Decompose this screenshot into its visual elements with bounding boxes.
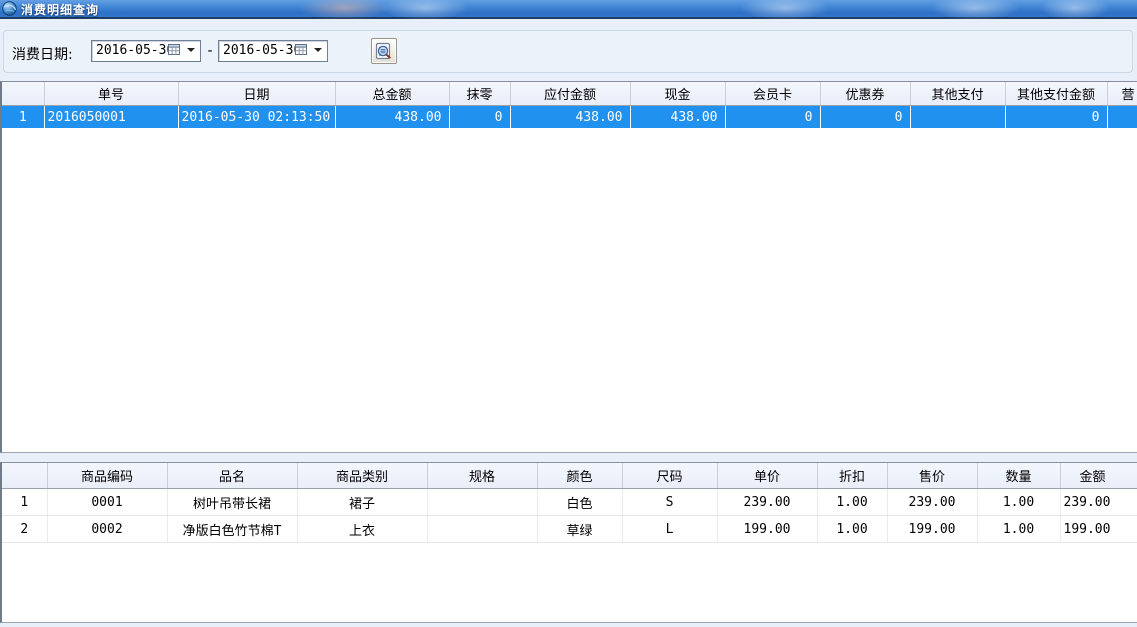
column-header[interactable]: 其他支付	[910, 82, 1005, 106]
cell[interactable]: 树叶吊带长裙	[167, 489, 297, 516]
column-header[interactable]	[2, 463, 47, 489]
date-from-value: 2016-05-30	[96, 43, 174, 58]
column-header[interactable]: 日期	[178, 82, 335, 106]
column-header[interactable]: 单价	[717, 463, 817, 489]
column-header[interactable]: 其他支付金额	[1005, 82, 1107, 106]
cell[interactable]: 239.00	[887, 489, 977, 516]
cell[interactable]	[1107, 106, 1137, 129]
cell[interactable]: S	[622, 489, 717, 516]
document-magnifier-icon	[374, 42, 394, 62]
cell[interactable]: 239.00	[717, 489, 817, 516]
window-title: 消费明细查询	[21, 1, 99, 18]
date-to-input[interactable]: 2016-05-30	[218, 40, 328, 62]
cell[interactable]: 438.00	[335, 106, 449, 129]
cell[interactable]: 239.00	[1060, 489, 1137, 516]
cell[interactable]: 净版白色竹节棉T	[167, 516, 297, 543]
table-row[interactable]: 120160500012016-05-30 02:13:50438.000438…	[2, 106, 1137, 129]
column-header[interactable]: 金额	[1060, 463, 1137, 489]
cell[interactable]: 199.00	[1060, 516, 1137, 543]
cell[interactable]: 0	[820, 106, 910, 129]
calendar-dropdown-from[interactable]	[168, 42, 198, 58]
cell[interactable]: 0	[449, 106, 510, 129]
cell[interactable]	[910, 106, 1005, 129]
date-range-separator: -	[204, 43, 216, 59]
orders-table: 单号日期总金额抹零应付金额现金会员卡优惠券其他支付其他支付金额营12016050…	[0, 81, 1137, 453]
cell[interactable]	[427, 489, 537, 516]
cell[interactable]: 2016-05-30 02:13:50	[178, 106, 335, 129]
column-header[interactable]: 折扣	[817, 463, 887, 489]
search-button[interactable]	[371, 38, 397, 64]
cell[interactable]: 1.00	[817, 516, 887, 543]
column-header[interactable]: 商品编码	[47, 463, 167, 489]
cell[interactable]: 1.00	[977, 489, 1060, 516]
cell[interactable]: 0	[1005, 106, 1107, 129]
chevron-down-icon	[314, 48, 322, 52]
cell[interactable]: 2	[2, 516, 47, 543]
cell[interactable]: 1	[2, 489, 47, 516]
header-row: 单号日期总金额抹零应付金额现金会员卡优惠券其他支付其他支付金额营	[2, 82, 1137, 106]
cell[interactable]: 438.00	[510, 106, 630, 129]
cell[interactable]: 0	[725, 106, 820, 129]
cell[interactable]: 0001	[47, 489, 167, 516]
column-header[interactable]: 品名	[167, 463, 297, 489]
cell[interactable]: 199.00	[717, 516, 817, 543]
date-to-value: 2016-05-30	[223, 43, 301, 58]
cell[interactable]: 2016050001	[44, 106, 178, 129]
column-header[interactable]: 商品类别	[297, 463, 427, 489]
column-header[interactable]: 售价	[887, 463, 977, 489]
cell[interactable]: 1	[2, 106, 44, 129]
titlebar-glass-highlight	[1040, 0, 1110, 20]
titlebar-glass-highlight	[380, 0, 470, 20]
calendar-grid-icon	[295, 43, 308, 56]
column-header[interactable]: 规格	[427, 463, 537, 489]
titlebar-glass-highlight	[300, 0, 390, 20]
cell[interactable]	[427, 516, 537, 543]
globe-icon	[2, 1, 17, 16]
cell[interactable]: 438.00	[630, 106, 725, 129]
window-titlebar: 消费明细查询	[0, 0, 1137, 19]
titlebar-glass-highlight	[740, 0, 830, 20]
cell[interactable]: 0002	[47, 516, 167, 543]
cell[interactable]: L	[622, 516, 717, 543]
column-header[interactable]: 抹零	[449, 82, 510, 106]
column-header[interactable]: 总金额	[335, 82, 449, 106]
column-header[interactable]	[2, 82, 44, 106]
date-range-label: 消费日期:	[12, 44, 73, 64]
column-header[interactable]: 优惠券	[820, 82, 910, 106]
items-table: 商品编码品名商品类别规格颜色尺码单价折扣售价数量金额10001树叶吊带长裙裙子白…	[0, 462, 1137, 623]
cell[interactable]: 1.00	[977, 516, 1060, 543]
cell[interactable]: 裙子	[297, 489, 427, 516]
cell[interactable]: 199.00	[887, 516, 977, 543]
column-header[interactable]: 尺码	[622, 463, 717, 489]
cell[interactable]: 草绿	[537, 516, 622, 543]
column-header[interactable]: 颜色	[537, 463, 622, 489]
column-header[interactable]: 营	[1107, 82, 1137, 106]
table-row[interactable]: 20002净版白色竹节棉T上衣草绿L199.001.00199.001.0019…	[2, 516, 1137, 543]
cell[interactable]: 1.00	[817, 489, 887, 516]
date-from-input[interactable]: 2016-05-30	[91, 40, 201, 62]
cell[interactable]: 白色	[537, 489, 622, 516]
header-row: 商品编码品名商品类别规格颜色尺码单价折扣售价数量金额	[2, 463, 1137, 489]
column-header[interactable]: 应付金额	[510, 82, 630, 106]
chevron-down-icon	[187, 48, 195, 52]
cell[interactable]: 上衣	[297, 516, 427, 543]
table-row[interactable]: 10001树叶吊带长裙裙子白色S239.001.00239.001.00239.…	[2, 489, 1137, 516]
titlebar-glass-highlight	[930, 0, 1020, 20]
column-header[interactable]: 单号	[44, 82, 178, 106]
column-header[interactable]: 会员卡	[725, 82, 820, 106]
column-header[interactable]: 数量	[977, 463, 1060, 489]
calendar-grid-icon	[168, 43, 181, 56]
calendar-dropdown-to[interactable]	[295, 42, 325, 58]
column-header[interactable]: 现金	[630, 82, 725, 106]
